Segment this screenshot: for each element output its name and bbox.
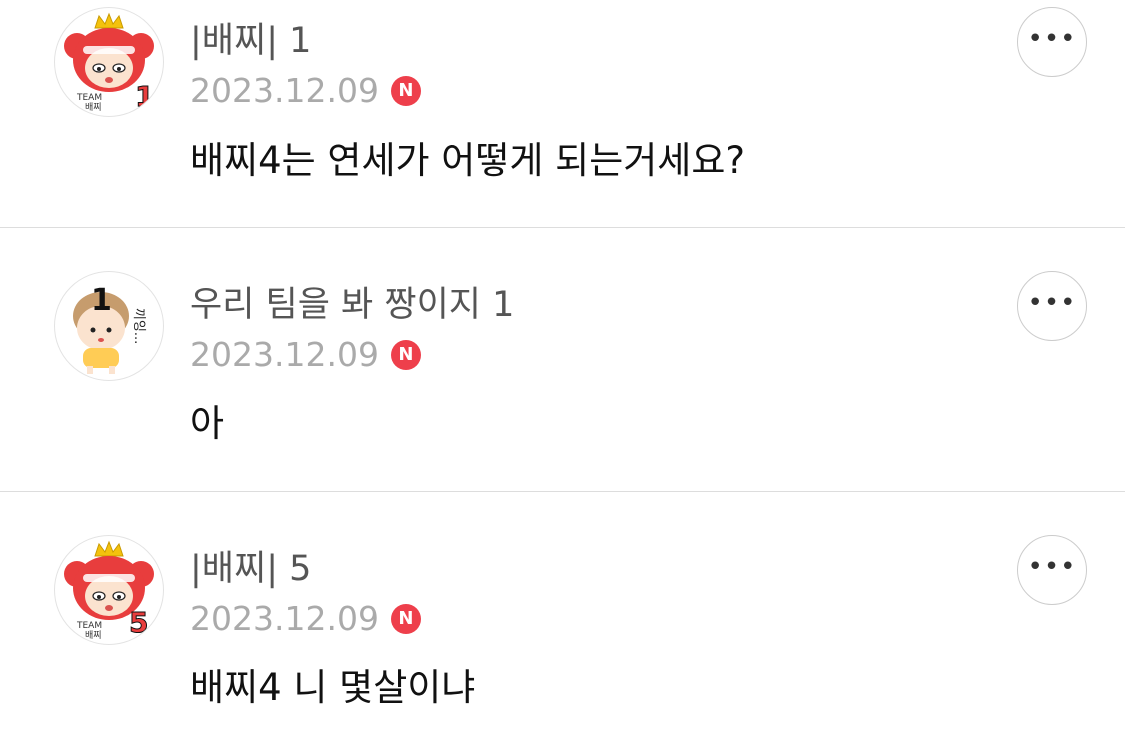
comment-text: 배찌4는 연세가 어떻게 되는거세요? [190,139,746,182]
more-options-button[interactable]: ••• [1017,7,1087,77]
more-horizontal-icon: ••• [1027,24,1077,54]
svg-text:TEAM: TEAM [76,621,102,631]
avatar-red-bear-icon: TEAM 배찌 5 [64,540,154,641]
svg-text:배찌: 배찌 [85,630,102,641]
more-options-button[interactable]: ••• [1017,271,1087,341]
svg-text:배찌: 배찌 [85,102,102,113]
new-badge: N [390,340,421,370]
comment-date: 2023.12.09 [190,71,379,110]
more-horizontal-icon: ••• [1027,552,1077,582]
more-horizontal-icon: ••• [1027,288,1077,318]
comment-text: 배찌4 니 몇살이냐 [190,666,476,709]
comment-meta: 2023.12.09 N [190,599,421,639]
avatar[interactable]: TEAM 배찌 5 [54,535,164,645]
avatar-kid-icon: 1 끼잉... [73,283,146,374]
svg-text:TEAM: TEAM [76,93,102,103]
svg-text:끼잉...: 끼잉... [131,308,146,344]
comment-text: 아 [190,402,225,445]
comment-item: TEAM 배찌 5 |배찌| 5 2023.12.09 N 배찌4 니 몇살이냐… [0,492,1125,747]
comment-author[interactable]: 우리 팀을 봐 짱이지 1 [190,285,514,325]
avatar[interactable]: 1 끼잉... [54,271,164,381]
comment-date: 2023.12.09 [190,599,379,638]
avatar-red-bear-icon: TEAM 배찌 1 [64,12,155,114]
svg-text:1: 1 [91,283,112,318]
comment-author[interactable]: |배찌| 1 [190,21,311,61]
comment-meta: 2023.12.09 N [190,335,421,375]
comment-date: 2023.12.09 [190,335,379,374]
comment-meta: 2023.12.09 N [190,71,421,111]
svg-text:5: 5 [129,606,148,639]
new-badge: N [390,76,421,106]
avatar[interactable]: TEAM 배찌 1 [54,7,164,117]
svg-text:1: 1 [135,80,154,113]
comment-item: TEAM 배찌 1 |배찌| 1 2023.12.09 N 배찌4는 연세가 어… [0,0,1125,228]
comment-item: 1 끼잉... 우리 팀을 봐 짱이지 1 2023.12.09 N 아 ••• [0,228,1125,492]
comment-author[interactable]: |배찌| 5 [190,549,311,589]
new-badge: N [390,604,421,634]
more-options-button[interactable]: ••• [1017,535,1087,605]
